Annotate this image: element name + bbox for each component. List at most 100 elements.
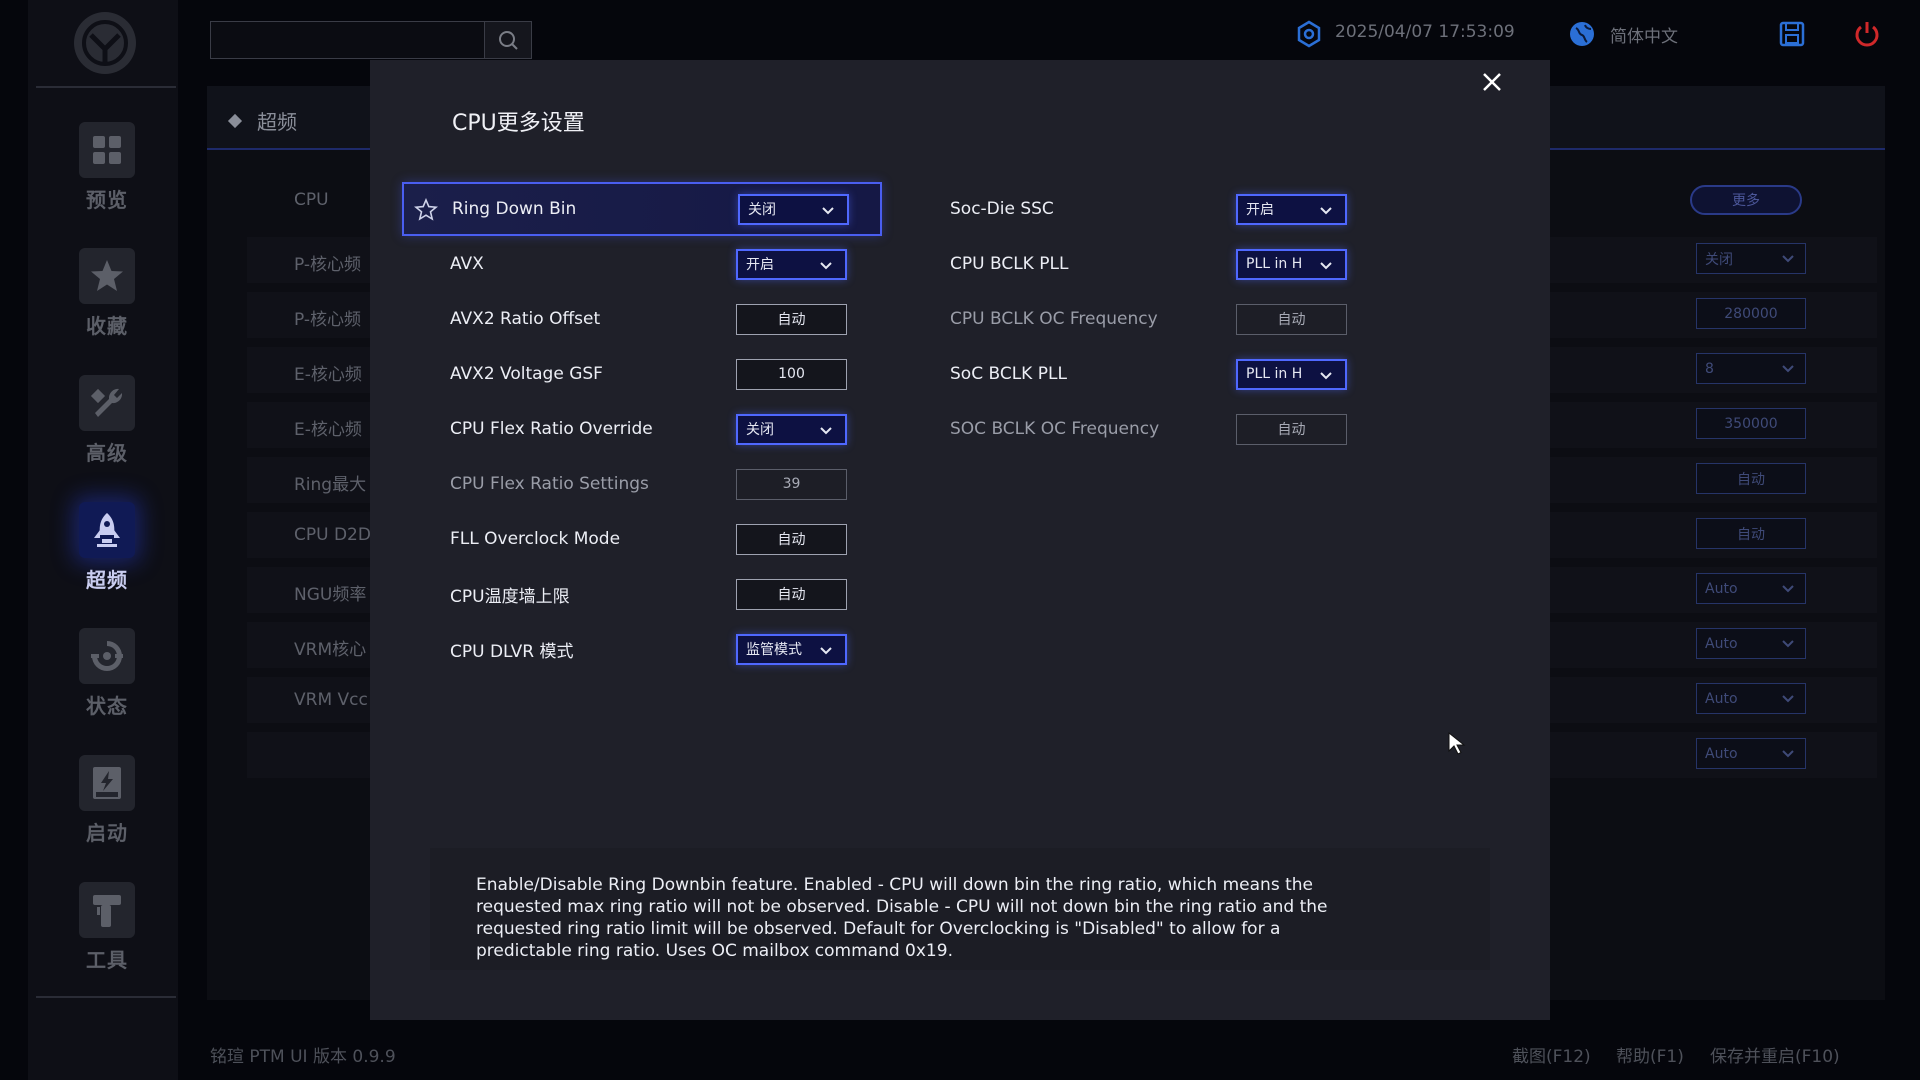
datetime-display: 2025/04/07 17:53:09: [1335, 22, 1515, 42]
cpu-flex-ratio-override-select[interactable]: 关闭: [736, 413, 847, 445]
chevron-down-icon: [820, 261, 832, 269]
setting-select[interactable]: 8: [1696, 353, 1806, 384]
cpu-bclk-pll-select[interactable]: PLL in H: [1236, 248, 1347, 280]
ring-down-bin-select[interactable]: 关闭: [738, 193, 849, 225]
fll-overclock-mode-input[interactable]: 自动: [736, 523, 847, 555]
setting-row-cpu-temp-limit[interactable]: CPU温度墙上限 自动: [402, 567, 882, 621]
version-label: 铭瑄 PTM UI 版本 0.9.9: [210, 1047, 396, 1067]
setting-description: Enable/Disable Ring Downbin feature. Ena…: [476, 875, 1328, 961]
close-icon[interactable]: [1478, 68, 1506, 96]
tools-icon: [93, 895, 121, 927]
setting-label: Ring Down Bin: [452, 199, 577, 219]
setting-label: E-核心频: [294, 365, 362, 385]
favorite-star-icon[interactable]: [414, 198, 438, 222]
screenshot-button[interactable]: 截图(F12): [1512, 1042, 1591, 1067]
setting-row-soc-die-ssc[interactable]: Soc-Die SSC 开启: [902, 182, 1382, 236]
cpu-temp-limit-input[interactable]: 自动: [736, 578, 847, 610]
settings-hex-icon[interactable]: [1295, 20, 1323, 48]
setting-row-avx2-voltage-gsf[interactable]: AVX2 Voltage GSF 100: [402, 347, 882, 401]
save-restart-button[interactable]: 保存并重启(F10): [1710, 1042, 1840, 1067]
sidebar-item-label: 启动: [86, 821, 128, 845]
setting-label: E-核心频: [294, 420, 362, 440]
save-icon[interactable]: [1778, 20, 1806, 48]
avx2-ratio-offset-input[interactable]: 自动: [736, 303, 847, 335]
gauge-icon: [91, 641, 123, 671]
setting-select[interactable]: 关闭: [1696, 243, 1806, 274]
setting-select[interactable]: Auto: [1696, 683, 1806, 714]
grid-icon: [93, 136, 121, 164]
setting-select[interactable]: Auto: [1696, 738, 1806, 769]
sidebar-item-overview[interactable]: 预览: [72, 122, 142, 222]
setting-input[interactable]: 自动: [1696, 518, 1806, 549]
brand-logo: [74, 12, 136, 74]
sidebar-item-advanced[interactable]: 高级: [72, 375, 142, 475]
setting-row-avx[interactable]: AVX 开启: [402, 237, 882, 291]
search-button[interactable]: [484, 21, 532, 59]
setting-label: AVX2 Voltage GSF: [450, 364, 603, 384]
chevron-down-icon: [820, 426, 832, 434]
setting-label: VRM核心: [294, 640, 367, 660]
setting-label: Ring最大: [294, 475, 367, 495]
chevron-down-icon: [1320, 371, 1332, 379]
setting-input[interactable]: 280000: [1696, 298, 1806, 329]
avx-select[interactable]: 开启: [736, 248, 847, 280]
sidebar-item-tools[interactable]: 工具: [72, 882, 142, 982]
setting-row-soc-bclk-oc-frequency: SOC BCLK OC Frequency 自动: [902, 402, 1382, 456]
setting-row-cpu-flex-ratio-override[interactable]: CPU Flex Ratio Override 关闭: [402, 402, 882, 456]
chevron-down-icon: [1782, 695, 1794, 703]
setting-row-cpu-bclk-pll[interactable]: CPU BCLK PLL PLL in H: [902, 237, 1382, 291]
sidebar-item-overclock[interactable]: 超频: [72, 502, 142, 602]
setting-label: P-核心频: [294, 310, 362, 330]
sidebar-item-label: 预览: [86, 188, 128, 212]
chevron-down-icon: [1320, 261, 1332, 269]
setting-row-cpu-dlvr-mode[interactable]: CPU DLVR 模式 监管模式: [402, 622, 882, 676]
setting-row-soc-bclk-pll[interactable]: SoC BCLK PLL PLL in H: [902, 347, 1382, 401]
setting-label: VRM Vcc: [294, 690, 368, 710]
power-icon[interactable]: [1853, 20, 1881, 48]
setting-input[interactable]: 350000: [1696, 408, 1806, 439]
sidebar-item-status[interactable]: 状态: [72, 628, 142, 728]
soc-bclk-pll-select[interactable]: PLL in H: [1236, 358, 1347, 390]
setting-label: CPU BCLK OC Frequency: [950, 309, 1158, 329]
setting-label: CPU Flex Ratio Override: [450, 419, 653, 439]
soc-bclk-oc-frequency-input: 自动: [1236, 413, 1347, 445]
setting-label: AVX2 Ratio Offset: [450, 309, 601, 329]
chevron-down-icon: [1320, 206, 1332, 214]
setting-label: AVX: [450, 254, 484, 274]
wrench-icon: [90, 388, 123, 417]
setting-label: CPU D2D: [294, 525, 371, 545]
globe-icon[interactable]: [1568, 20, 1596, 48]
sidebar-item-boot[interactable]: 启动: [72, 755, 142, 855]
help-button[interactable]: 帮助(F1): [1616, 1042, 1684, 1067]
more-button[interactable]: 更多: [1690, 185, 1802, 215]
setting-label: NGU频率: [294, 585, 367, 605]
setting-label: FLL Overclock Mode: [450, 529, 621, 549]
sidebar-divider-top: [36, 86, 176, 88]
avx2-voltage-gsf-input[interactable]: 100: [736, 358, 847, 390]
soc-die-ssc-select[interactable]: 开启: [1236, 193, 1347, 225]
setting-row-avx2-ratio-offset[interactable]: AVX2 Ratio Offset 自动: [402, 292, 882, 346]
dialog-title: CPU更多设置: [452, 111, 585, 136]
chevron-down-icon: [1782, 365, 1794, 373]
mouse-cursor-icon: [1448, 731, 1466, 755]
setting-input[interactable]: 自动: [1696, 463, 1806, 494]
setting-select[interactable]: Auto: [1696, 628, 1806, 659]
cpu-flex-ratio-settings-input: 39: [736, 468, 847, 500]
setting-row-fll-overclock-mode[interactable]: FLL Overclock Mode 自动: [402, 512, 882, 566]
setting-select[interactable]: Auto: [1696, 573, 1806, 604]
setting-row-cpu-flex-ratio-settings: CPU Flex Ratio Settings 39: [402, 457, 882, 511]
chevron-down-icon: [822, 206, 834, 214]
setting-row-ring-down-bin[interactable]: Ring Down Bin 关闭: [402, 182, 882, 236]
setting-label: SOC BCLK OC Frequency: [950, 419, 1160, 439]
chevron-down-icon: [820, 646, 832, 654]
sidebar-item-label: 超频: [86, 568, 128, 592]
language-selector[interactable]: 简体中文: [1610, 22, 1678, 47]
ssd-icon: [93, 767, 121, 799]
sidebar-item-favorites[interactable]: 收藏: [72, 248, 142, 348]
sidebar-item-label: 收藏: [86, 314, 128, 338]
chevron-down-icon: [1782, 750, 1794, 758]
sidebar-item-label: 工具: [86, 948, 128, 972]
chevron-down-icon: [1782, 640, 1794, 648]
maxsun-logo-icon: [82, 20, 128, 66]
cpu-dlvr-mode-select[interactable]: 监管模式: [736, 633, 847, 665]
